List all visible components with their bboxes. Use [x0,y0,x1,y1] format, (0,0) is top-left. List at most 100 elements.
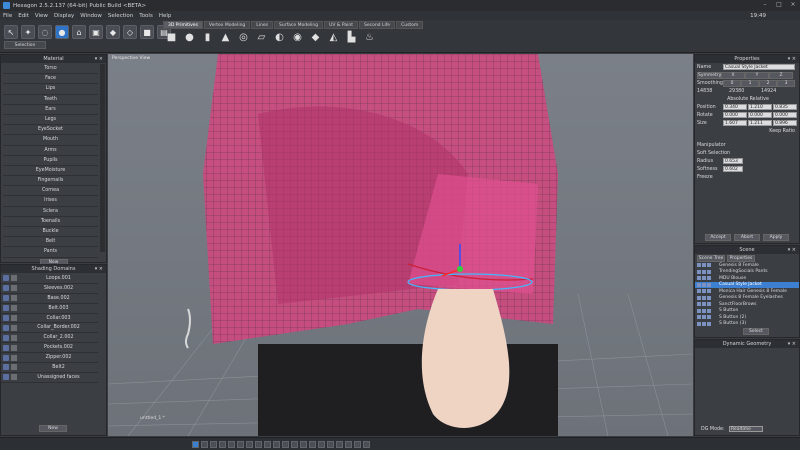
sym-z-button[interactable]: Z [769,71,793,79]
material-item[interactable]: Ears [3,105,98,115]
orbit-icon[interactable] [255,441,262,448]
keep-ratio-checkbox[interactable]: Keep Ratio [769,129,795,134]
cube-icon[interactable]: ◆ [106,25,120,39]
cube-wire-icon[interactable]: ◇ [123,25,137,39]
lock-icon[interactable] [11,315,17,321]
material-item[interactable]: Torso [3,64,98,75]
light-icon[interactable] [309,441,316,448]
rotate-y-field[interactable]: 0.000 [748,112,772,118]
menu-help[interactable]: Help [159,13,172,19]
shading-domain-row[interactable]: Base.002 [1,294,98,304]
material-item[interactable]: Cornea [3,186,98,197]
teapot-primitive-icon[interactable]: ♨ [363,31,376,44]
material-item[interactable]: Fingernails [3,176,98,187]
radius-field[interactable]: 0.653 [723,158,743,164]
material-item[interactable]: Face [3,74,98,85]
material-item[interactable]: EyeMoisture [3,166,98,177]
smooth-1-button[interactable]: 1 [741,79,759,87]
maximize-icon[interactable]: □ [774,1,784,9]
lock-icon[interactable] [11,334,17,341]
tab-custom[interactable]: Custom [396,21,424,29]
visibility-icon[interactable] [3,315,9,321]
smooth-3-button[interactable]: 3 [777,79,795,87]
texture-icon[interactable] [300,441,307,448]
perspective-viewport[interactable]: Perspective View unttled_1 * [108,54,693,436]
ao-icon[interactable] [327,441,334,448]
visibility-icon[interactable] [3,295,9,302]
fit-icon[interactable] [264,441,271,448]
tab-vertex-modeling[interactable]: Vertex Modeling [203,21,251,29]
panel-pin-icon[interactable]: ▾ × [788,340,796,348]
shading-domain-row[interactable]: Collar_Border.002 [1,323,98,334]
material-item[interactable]: Teeth [3,95,98,105]
menu-display[interactable]: Display [54,13,74,19]
material-item[interactable]: Toenails [3,217,98,227]
material-item[interactable]: Belt [3,237,98,248]
ortho-icon[interactable] [273,441,280,448]
panel-pin-icon[interactable]: ▾ × [95,265,103,273]
shadow-icon[interactable] [318,441,325,448]
gizmo-center[interactable] [457,266,463,272]
visibility-icon[interactable] [3,354,9,361]
shading-domain-row[interactable]: Belt2 [1,363,98,373]
menu-file[interactable]: File [3,13,12,19]
visibility-icon[interactable] [3,374,9,381]
material-item[interactable]: Irises [3,196,98,207]
absolute-radio[interactable]: Absolute [727,97,748,102]
paint-select-icon[interactable]: ● [55,25,69,39]
freeze-label[interactable]: Freeze [697,175,723,180]
scene-item[interactable]: S Button (3) [695,321,799,328]
tab-lines[interactable]: Lines [251,21,274,29]
lock-icon[interactable] [11,285,17,292]
abort-button[interactable]: Abort [734,233,760,241]
tab-uv-paint[interactable]: UV & Paint [324,21,358,29]
material-item[interactable]: Lips [3,84,98,95]
position-z-field[interactable]: 0.835 [773,104,797,110]
tube-primitive-icon[interactable]: ◉ [291,31,304,44]
menu-selection[interactable]: Selection [108,13,133,19]
size-x-field[interactable]: 1.607 [723,120,747,126]
lock-icon[interactable]: ⌂ [72,25,86,39]
pyramid-primitive-icon[interactable]: ◭ [327,31,340,44]
soft-selection-checkbox[interactable]: Soft Selection [697,151,730,156]
lock-icon[interactable] [11,364,17,371]
menu-edit[interactable]: Edit [18,13,29,19]
material-item[interactable]: Pupils [3,156,98,166]
visibility-icon[interactable] [3,324,9,331]
tab-second-life[interactable]: Second Life [358,21,396,29]
visibility-icon[interactable] [3,305,9,312]
softness-field[interactable]: 0.602 [723,166,743,172]
material-item[interactable]: Sclera [3,207,98,217]
menu-window[interactable]: Window [80,13,102,19]
smooth-icon[interactable] [291,441,298,448]
lasso-icon[interactable]: ◌ [38,25,52,39]
manipulator-label[interactable]: Manipulator [697,143,726,148]
select-arrow-icon[interactable]: ↖ [4,25,18,39]
visibility-icon[interactable] [3,344,9,351]
cube-primitive-icon[interactable]: ■ [165,31,178,44]
shading-domain-row[interactable]: Collar.003 [1,314,98,324]
lock-icon[interactable] [11,324,17,331]
visibility-icon[interactable] [3,285,9,292]
cube-solid-icon[interactable]: ■ [140,25,154,39]
viewport-scene[interactable] [108,54,693,436]
accept-button[interactable]: Accept [705,233,731,241]
pan-icon[interactable] [246,441,253,448]
torus-primitive-icon[interactable]: ◎ [237,31,250,44]
shading-domain-row[interactable]: Collar_2.002 [1,333,98,344]
apply-button[interactable]: Apply [763,233,789,241]
panel-pin-icon[interactable]: ▾ × [95,55,103,63]
lock-icon[interactable] [11,354,17,361]
gem-primitive-icon[interactable]: ◆ [309,31,322,44]
position-y-field[interactable]: 1.210 [748,104,772,110]
plane-primitive-icon[interactable]: ▱ [255,31,268,44]
material-item[interactable]: Mouth [3,135,98,146]
shading-domain-row[interactable]: Belt.003 [1,304,98,314]
sym-x-button[interactable]: X [721,71,745,79]
sphere-primitive-icon[interactable]: ● [183,31,196,44]
tab-scene-properties[interactable]: Properties [727,254,755,262]
lock-icon[interactable] [11,344,17,351]
render-icon[interactable] [363,441,370,448]
lock-icon[interactable] [11,305,17,312]
smooth-0-button[interactable]: 0 [723,79,741,87]
